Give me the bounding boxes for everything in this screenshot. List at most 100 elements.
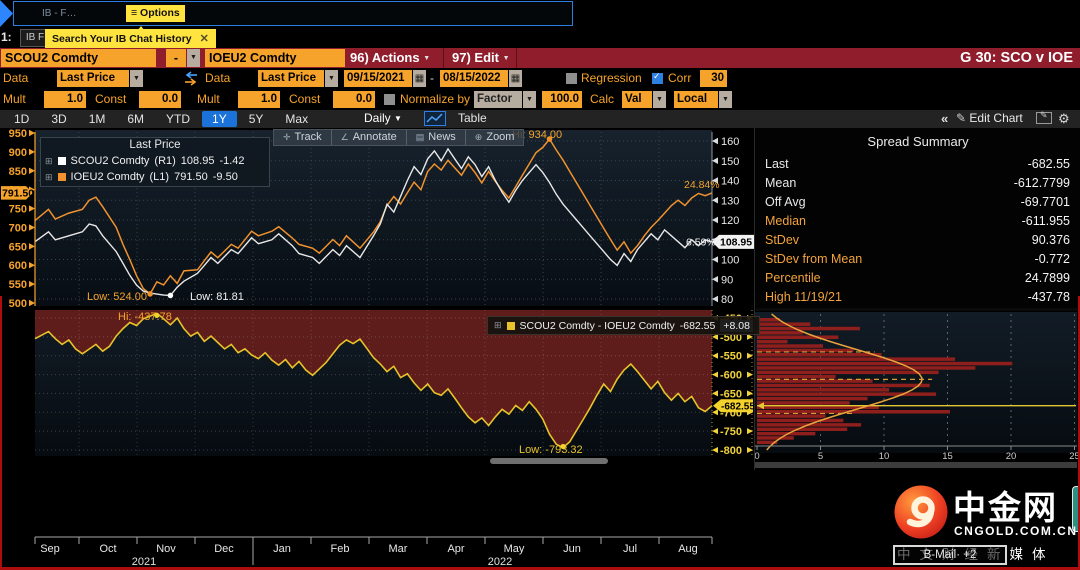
svg-text:Low: 524.00: Low: 524.00: [87, 291, 147, 303]
summary-row: StDev 90.376: [756, 231, 1080, 250]
security1-field[interactable]: SCOU2 Comdty: [1, 49, 156, 67]
summary-value: -611.955: [1021, 214, 1070, 228]
calendar-icon[interactable]: [509, 70, 522, 87]
date-separator: -: [430, 71, 434, 85]
operator-dropdown-icon[interactable]: [187, 49, 200, 67]
date-to-field[interactable]: 08/15/2022: [440, 70, 508, 87]
tab-range-1m[interactable]: 1M: [79, 111, 116, 127]
corr-window-field[interactable]: 30: [700, 70, 727, 87]
annotate-icon: ∠: [340, 132, 349, 142]
operator-field[interactable]: -: [166, 49, 186, 67]
tab-table[interactable]: Table: [458, 111, 487, 125]
regression-checkbox[interactable]: [566, 73, 577, 84]
annotate-chart-icon[interactable]: [1036, 110, 1052, 124]
ib-chat-window[interactable]: IB - F… Options: [13, 1, 573, 26]
dropdown-icon[interactable]: [653, 91, 666, 108]
bloomberg-terminal: IB - F… Options 1: IB F 12 <GO> to View …: [0, 0, 1080, 570]
legend-row[interactable]: IOEU2 Comdty (L1) 791.50 -9.50: [41, 169, 269, 185]
divider: [516, 48, 517, 68]
tool-label: News: [428, 131, 456, 143]
tab-range-ytd[interactable]: YTD: [156, 111, 200, 127]
expand-icon[interactable]: [45, 156, 53, 167]
svg-text:140: 140: [721, 176, 739, 188]
dropdown-icon[interactable]: [325, 70, 338, 87]
expand-icon[interactable]: [45, 172, 53, 183]
collapse-panel-button[interactable]: «: [941, 111, 948, 126]
dropdown-icon[interactable]: [523, 91, 536, 108]
period-select[interactable]: Daily ▼: [364, 111, 402, 125]
corr-checkbox[interactable]: [652, 71, 663, 84]
svg-text:750: 750: [9, 204, 27, 216]
svg-text:May: May: [504, 543, 525, 555]
normalize-checkbox[interactable]: [384, 94, 395, 105]
calendar-icon[interactable]: [413, 70, 426, 87]
series-price: 791.50: [174, 171, 208, 183]
edit-menu[interactable]: 97) Edit ▼: [452, 48, 510, 69]
regression-label: Regression: [581, 71, 642, 85]
date-from-field[interactable]: 09/15/2021: [344, 70, 412, 87]
mult2-label: Mult: [197, 92, 220, 106]
dropdown-icon[interactable]: [130, 70, 143, 87]
tab-range-max[interactable]: Max: [275, 111, 318, 127]
summary-row: StDev from Mean -0.772: [756, 250, 1080, 269]
mult1-field[interactable]: 1.0: [44, 91, 86, 108]
edit-chart-button[interactable]: Edit Chart: [956, 111, 1022, 125]
svg-text:700: 700: [9, 222, 27, 234]
svg-text:950: 950: [9, 128, 27, 140]
svg-text:24.84%: 24.84%: [684, 179, 720, 191]
data2-select[interactable]: Last Price: [258, 70, 324, 87]
tab-range-3d[interactable]: 3D: [41, 111, 76, 127]
tab-range-1d[interactable]: 1D: [4, 111, 39, 127]
chart-scrollbar[interactable]: [490, 458, 608, 464]
mult2-field[interactable]: 1.0: [238, 91, 280, 108]
cngold-logo-icon: [894, 485, 948, 539]
chart-type-button[interactable]: [424, 111, 446, 126]
dropdown-icon[interactable]: [719, 91, 732, 108]
tab-range-5y[interactable]: 5Y: [239, 111, 274, 127]
summary-row: Last -682.55: [756, 155, 1080, 174]
normalize-label: Normalize by: [400, 92, 471, 106]
data1-label: Data: [3, 71, 29, 85]
data1-select[interactable]: Last Price: [57, 70, 129, 87]
normalize-amount-field[interactable]: 100.0: [542, 91, 582, 108]
divider: [443, 48, 444, 68]
gear-icon[interactable]: [1058, 111, 1070, 127]
chart-tool-annotate[interactable]: ∠ Annotate: [332, 130, 407, 145]
summary-value: 24.7899: [1024, 271, 1070, 285]
actions-menu[interactable]: 96) Actions ▼: [350, 48, 430, 69]
tab-range-1y[interactable]: 1Y: [202, 111, 237, 127]
chart-tool-track[interactable]: ✛ Track: [274, 130, 332, 145]
panel-arrow-icon[interactable]: [0, 0, 13, 27]
security2-field[interactable]: IOEU2 Comdty: [205, 49, 345, 67]
normalize-select[interactable]: Factor: [474, 91, 522, 108]
currency-select[interactable]: Local: [674, 91, 718, 108]
tooltip-pointer: [134, 19, 148, 35]
summary-row: Off Avg -69.7701: [756, 193, 1080, 212]
svg-text:-800: -800: [720, 445, 742, 457]
svg-text:10: 10: [879, 451, 890, 462]
summary-value: 90.376: [1031, 233, 1070, 247]
svg-text:Low: -793.32: Low: -793.32: [519, 444, 583, 456]
expand-icon[interactable]: [494, 320, 502, 331]
svg-text:0: 0: [755, 451, 760, 462]
data-controls-row: Data Last Price Data Last Price 09/15/20…: [0, 68, 1080, 89]
ib-window-title: IB - F…: [42, 8, 77, 19]
tab-range-6m[interactable]: 6M: [117, 111, 154, 127]
spread-histogram[interactable]: 0 5 10 15 20 25: [755, 310, 1080, 470]
legend-title: Last Price: [129, 139, 181, 151]
svg-text:-600: -600: [720, 370, 742, 382]
svg-text:Jul: Jul: [623, 543, 637, 555]
const1-field[interactable]: 0.0: [139, 91, 181, 108]
chat-search-tooltip[interactable]: Search Your IB Chat History ✕: [45, 29, 216, 48]
chart-tool-zoom[interactable]: ⊕ Zoom: [466, 130, 524, 145]
calc-select[interactable]: Val: [622, 91, 652, 108]
const2-field[interactable]: 0.0: [333, 91, 375, 108]
swap-icon[interactable]: [183, 71, 199, 86]
legend-row[interactable]: SCOU2 Comdty (R1) 108.95 -1.42: [41, 153, 269, 169]
close-icon[interactable]: ✕: [200, 32, 209, 45]
summary-value: -682.55: [1027, 157, 1070, 171]
chart-tool-news[interactable]: ▤ News: [407, 130, 466, 145]
spread-legend[interactable]: SCOU2 Comdty - IOEU2 Comdty -682.55 +8.0…: [487, 316, 760, 335]
svg-text:120: 120: [721, 215, 739, 227]
price-legend[interactable]: Last Price SCOU2 Comdty (R1) 108.95 -1.4…: [40, 137, 270, 187]
